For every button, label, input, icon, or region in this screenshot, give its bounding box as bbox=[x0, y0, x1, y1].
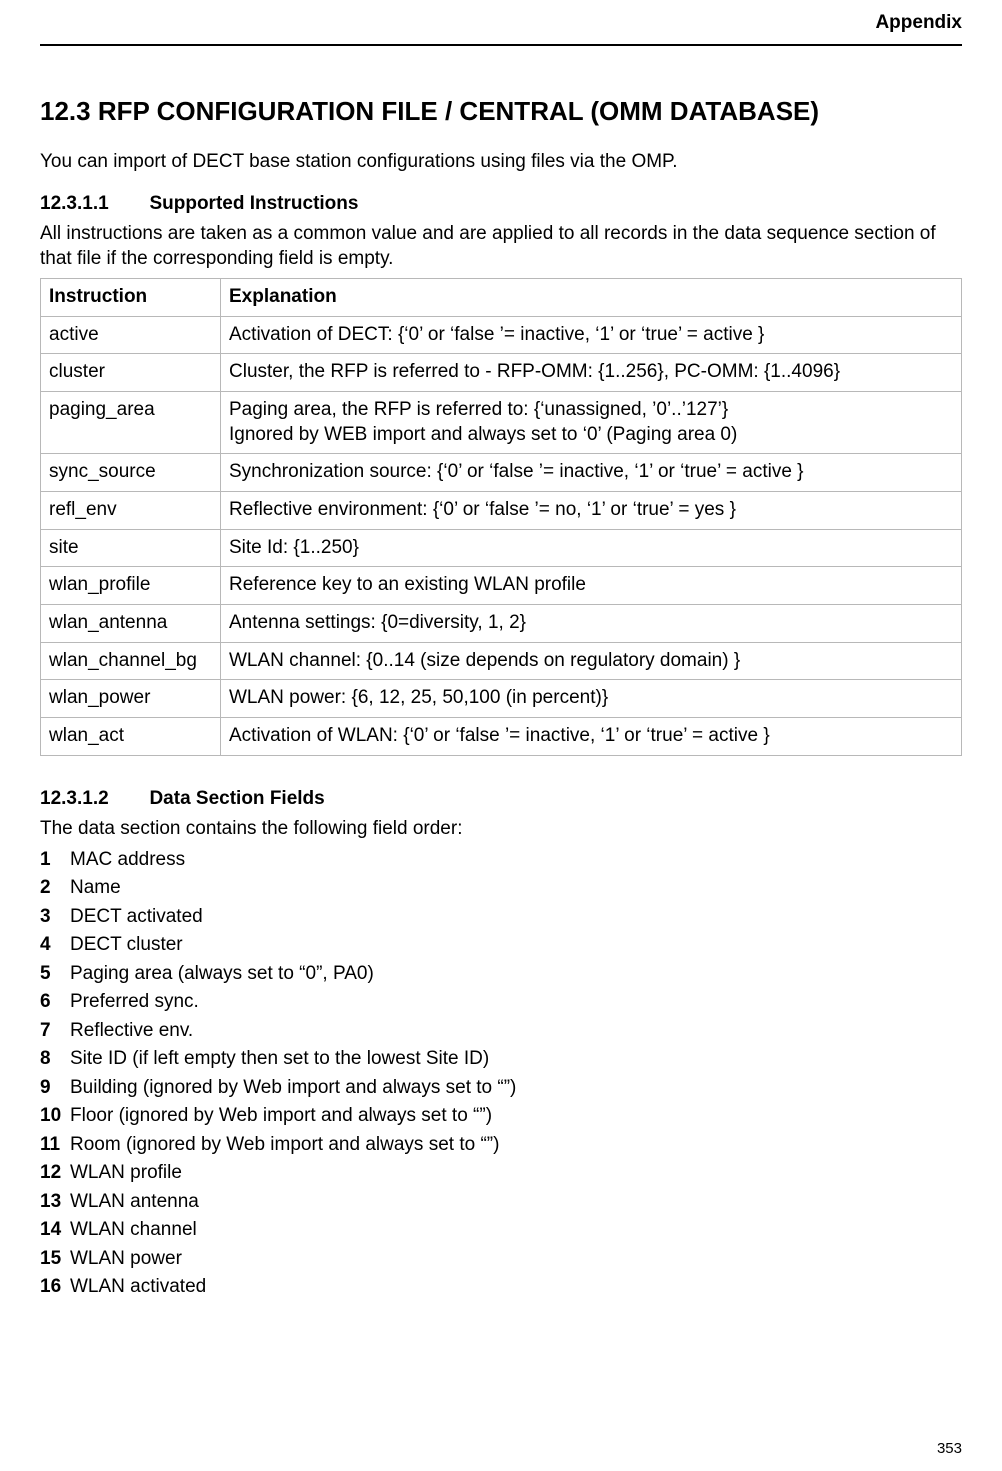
instruction-cell: wlan_channel_bg bbox=[41, 642, 221, 680]
explanation-cell: Cluster, the RFP is referred to - RFP-OM… bbox=[221, 354, 962, 392]
subsection-2-title: Data Section Fields bbox=[149, 788, 324, 809]
explanation-cell: Site Id: {1..250} bbox=[221, 529, 962, 567]
instruction-cell: wlan_profile bbox=[41, 567, 221, 605]
table-row: clusterCluster, the RFP is referred to -… bbox=[41, 354, 962, 392]
table-row: paging_areaPaging area, the RFP is refer… bbox=[41, 391, 962, 453]
list-item: WLAN activated bbox=[40, 1273, 962, 1302]
subsection-1-header: 12.3.1.1 Supported Instructions bbox=[40, 193, 962, 215]
table-row: wlan_actActivation of WLAN: {‘0’ or ‘fal… bbox=[41, 718, 962, 756]
instruction-cell: sync_source bbox=[41, 454, 221, 492]
list-item: Room (ignored by Web import and always s… bbox=[40, 1131, 962, 1160]
instruction-cell: refl_env bbox=[41, 492, 221, 530]
list-item: DECT activated bbox=[40, 903, 962, 932]
subsection-2-intro: The data section contains the following … bbox=[40, 816, 962, 842]
explanation-cell: Reflective environment: {‘0’ or ‘false ’… bbox=[221, 492, 962, 530]
instruction-cell: wlan_antenna bbox=[41, 605, 221, 643]
table-row: refl_envReflective environment: {‘0’ or … bbox=[41, 492, 962, 530]
explanation-cell: Paging area, the RFP is referred to: {‘u… bbox=[221, 391, 962, 453]
instructions-table: Instruction Explanation activeActivation… bbox=[40, 278, 962, 756]
table-row: wlan_powerWLAN power: {6, 12, 25, 50,100… bbox=[41, 680, 962, 718]
list-item: Preferred sync. bbox=[40, 988, 962, 1017]
list-item: Name bbox=[40, 874, 962, 903]
list-item: WLAN power bbox=[40, 1245, 962, 1274]
list-item: Paging area (always set to “0”, PA0) bbox=[40, 960, 962, 989]
section-intro: You can import of DECT base station conf… bbox=[40, 149, 962, 175]
list-item: Site ID (if left empty then set to the l… bbox=[40, 1045, 962, 1074]
table-row: wlan_channel_bgWLAN channel: {0..14 (siz… bbox=[41, 642, 962, 680]
instruction-cell: active bbox=[41, 316, 221, 354]
instruction-cell: cluster bbox=[41, 354, 221, 392]
table-row: wlan_antennaAntenna settings: {0=diversi… bbox=[41, 605, 962, 643]
list-item: WLAN antenna bbox=[40, 1188, 962, 1217]
subsection-2-num: 12.3.1.2 bbox=[40, 788, 145, 810]
subsection-2-header: 12.3.1.2 Data Section Fields bbox=[40, 788, 962, 810]
subsection-1-intro: All instructions are taken as a common v… bbox=[40, 221, 962, 272]
instruction-cell: wlan_act bbox=[41, 718, 221, 756]
section-heading: 12.3 RFP CONFIGURATION FILE / CENTRAL (O… bbox=[40, 96, 962, 127]
table-row: activeActivation of DECT: {‘0’ or ‘false… bbox=[41, 316, 962, 354]
data-fields-list: MAC addressNameDECT activatedDECT cluste… bbox=[40, 846, 962, 1302]
explanation-cell: WLAN channel: {0..14 (size depends on re… bbox=[221, 642, 962, 680]
list-item: Floor (ignored by Web import and always … bbox=[40, 1102, 962, 1131]
explanation-cell: Reference key to an existing WLAN profil… bbox=[221, 567, 962, 605]
table-row: sync_sourceSynchronization source: {‘0’ … bbox=[41, 454, 962, 492]
explanation-cell: Antenna settings: {0=diversity, 1, 2} bbox=[221, 605, 962, 643]
explanation-cell: Synchronization source: {‘0’ or ‘false ’… bbox=[221, 454, 962, 492]
page-content: 12.3 RFP CONFIGURATION FILE / CENTRAL (O… bbox=[0, 46, 1002, 1322]
instruction-cell: site bbox=[41, 529, 221, 567]
table-header-instruction: Instruction bbox=[41, 278, 221, 316]
page-number: 353 bbox=[937, 1440, 962, 1457]
subsection-1-title: Supported Instructions bbox=[149, 193, 358, 214]
list-item: WLAN profile bbox=[40, 1159, 962, 1188]
table-row: siteSite Id: {1..250} bbox=[41, 529, 962, 567]
list-item: WLAN channel bbox=[40, 1216, 962, 1245]
list-item: Building (ignored by Web import and alwa… bbox=[40, 1074, 962, 1103]
instruction-cell: paging_area bbox=[41, 391, 221, 453]
list-item: MAC address bbox=[40, 846, 962, 875]
explanation-cell: WLAN power: {6, 12, 25, 50,100 (in perce… bbox=[221, 680, 962, 718]
list-item: Reflective env. bbox=[40, 1017, 962, 1046]
instruction-cell: wlan_power bbox=[41, 680, 221, 718]
subsection-1-num: 12.3.1.1 bbox=[40, 193, 145, 215]
appendix-header: Appendix bbox=[0, 0, 1002, 34]
table-row: wlan_profileReference key to an existing… bbox=[41, 567, 962, 605]
list-item: DECT cluster bbox=[40, 931, 962, 960]
explanation-cell: Activation of DECT: {‘0’ or ‘false ’= in… bbox=[221, 316, 962, 354]
table-header-row: Instruction Explanation bbox=[41, 278, 962, 316]
table-header-explanation: Explanation bbox=[221, 278, 962, 316]
explanation-cell: Activation of WLAN: {‘0’ or ‘false ’= in… bbox=[221, 718, 962, 756]
